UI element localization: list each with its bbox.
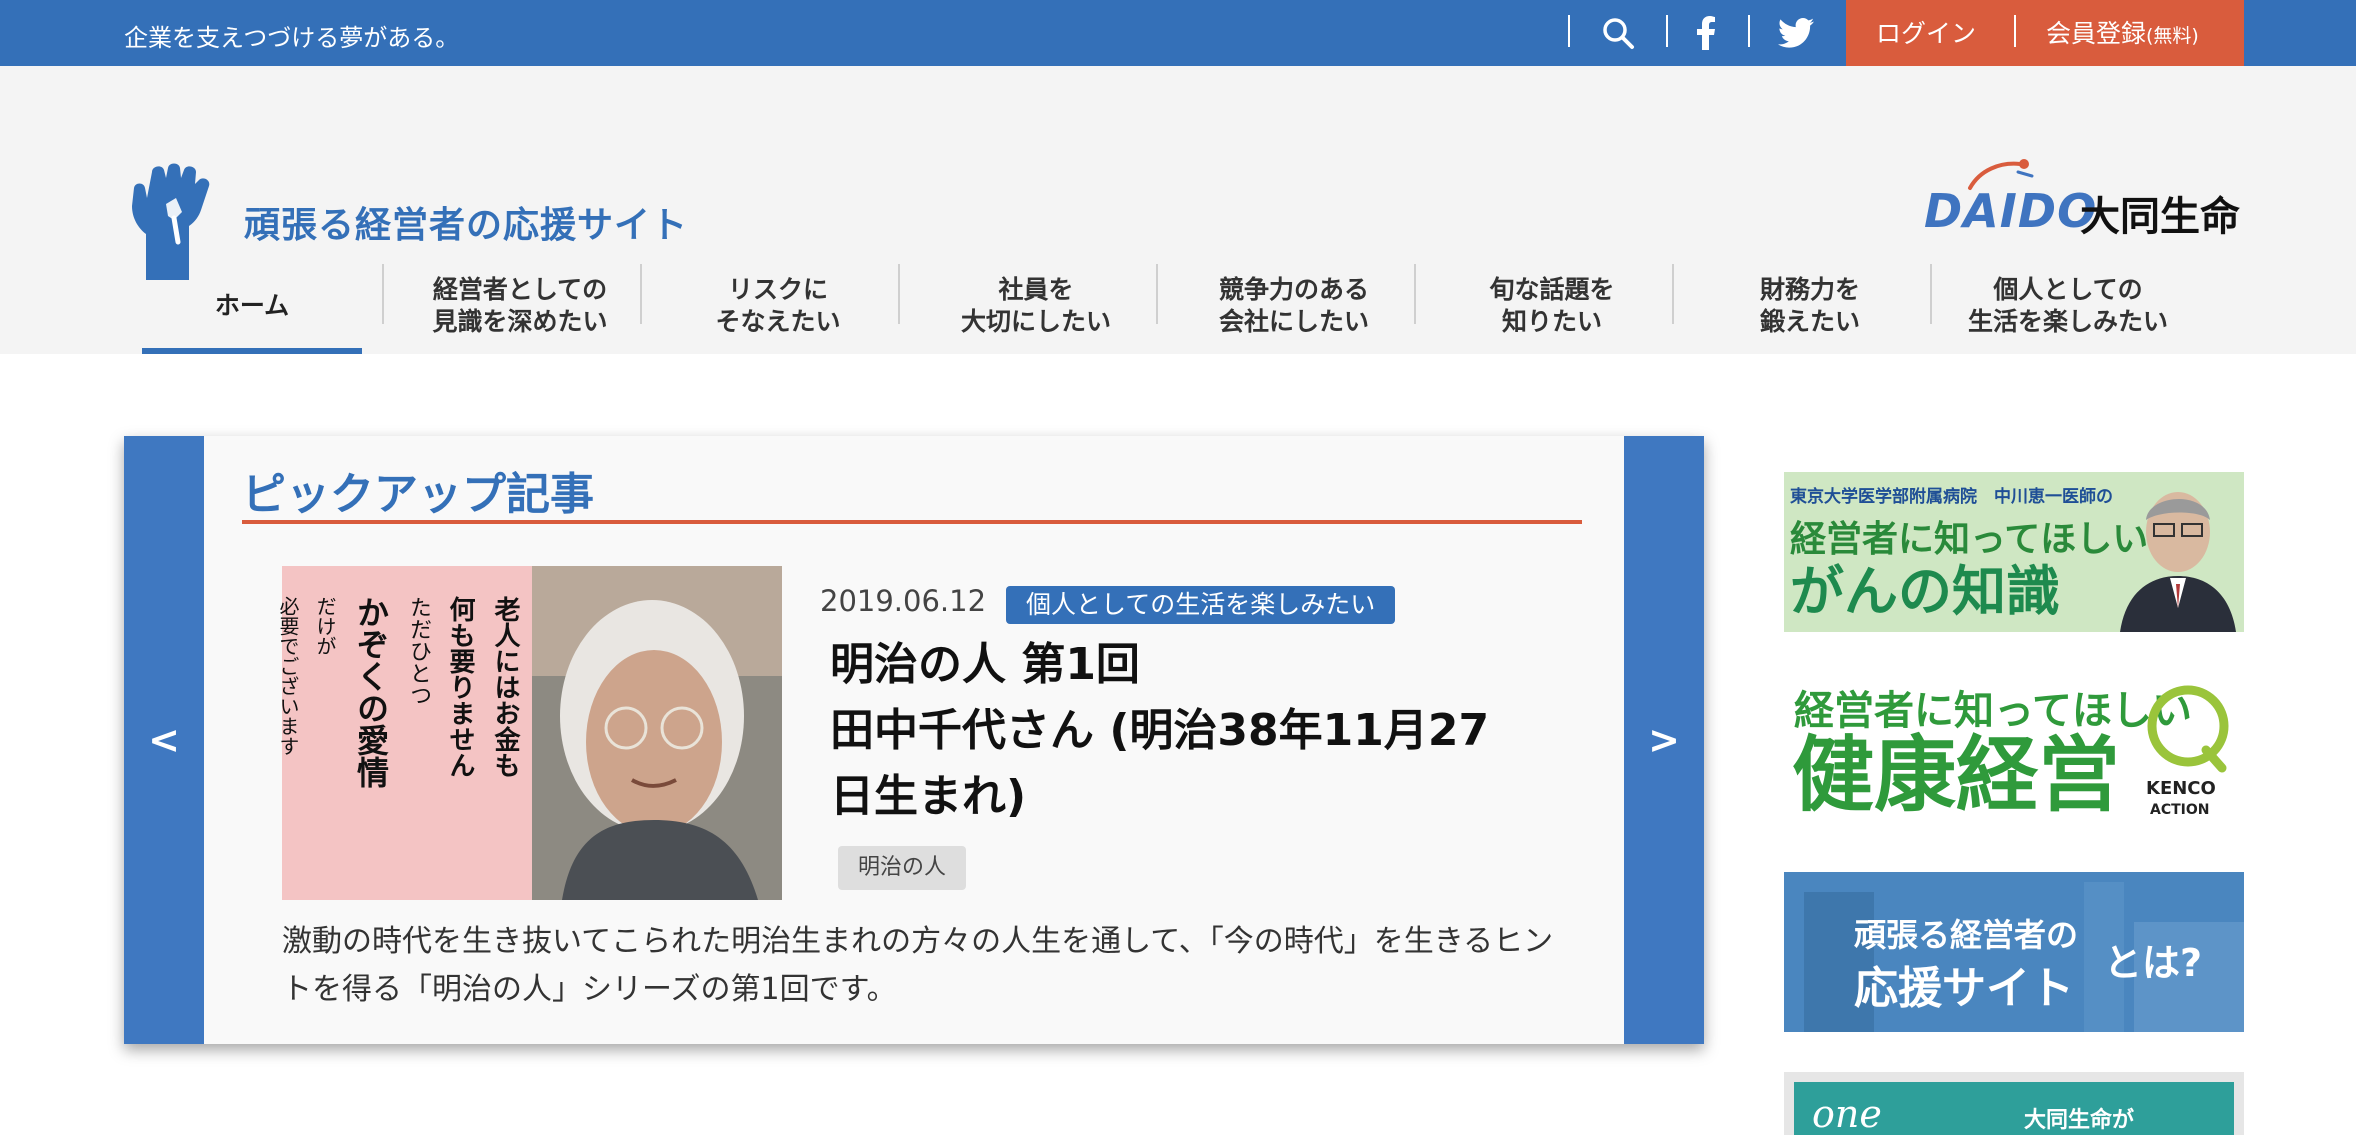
- login-link[interactable]: ログイン: [1876, 14, 1976, 50]
- banner-heading: 大同生命が: [2024, 1108, 2135, 1133]
- site-header: 頑張る経営者の応援サイト DAIDO 大同生命 ホーム 経営者としての 見識を深め…: [0, 66, 2356, 354]
- nav-item-employees[interactable]: 社員を 大切にしたい: [922, 258, 1150, 354]
- divider: [1930, 264, 1932, 324]
- register-link[interactable]: 会員登録(無料): [2046, 14, 2199, 50]
- banner-heading: 頑張る経営者の: [1854, 916, 2079, 954]
- nav-item-competitiveness[interactable]: 競争力のある 会社にしたい: [1180, 258, 1408, 354]
- daido-logo[interactable]: DAIDO 大同生命: [1920, 154, 2250, 250]
- banner-suffix: とは?: [2104, 941, 2203, 985]
- divider: [382, 264, 384, 324]
- brand-name: 大同生命: [2080, 194, 2240, 240]
- nav-label: 会社にしたい: [1218, 307, 1369, 336]
- kenco-sublabel: ACTION: [2150, 802, 2210, 818]
- article-thumbnail[interactable]: 老人にはお金も 何も要りません ただひとつ かぞくの愛情 だけが 必要でございま…: [276, 566, 782, 900]
- poem-line: 何も要りません: [445, 596, 475, 778]
- divider: [1748, 15, 1750, 47]
- article-title[interactable]: 明治の人 第1回 田中千代さん (明治38年11月27 日生まれ): [830, 632, 1530, 830]
- title-line: 田中千代さん (明治38年11月27: [830, 705, 1490, 756]
- nav-label: 競争力のある: [1218, 274, 1369, 304]
- nav-label: 旬な話題を: [1489, 274, 1615, 304]
- article-category-badge[interactable]: 個人としての生活を楽しみたい: [1006, 586, 1396, 624]
- poem-line: だけが: [313, 596, 337, 656]
- divider: [1156, 264, 1158, 324]
- kenco-label: KENCO: [2146, 778, 2216, 799]
- divider: [1414, 264, 1416, 324]
- nav-item-home[interactable]: ホーム: [142, 258, 362, 354]
- brand-roman: DAIDO: [1924, 184, 2098, 238]
- nav-label: リスクに: [727, 274, 828, 304]
- poem-line: 老人にはお金も: [490, 596, 520, 778]
- title-line: 日生まれ): [830, 771, 1027, 822]
- banner-subtitle: 東京大学医学部附属病院 中川恵一医師の: [1790, 487, 2113, 507]
- banner-title: がんの知識: [1790, 560, 2060, 623]
- tagline: 企業を支えつづける夢がある。: [124, 24, 460, 52]
- nav-item-lifestyle[interactable]: 個人としての 生活を楽しみたい: [1954, 258, 2182, 354]
- nav-item-insight[interactable]: 経営者としての 見識を深めたい: [406, 258, 634, 354]
- title-line: 明治の人 第1回: [830, 639, 1140, 690]
- nav-active-indicator: [142, 348, 362, 354]
- poem-line: ただひとつ: [406, 596, 431, 706]
- divider: [640, 264, 642, 324]
- banner-cancer-knowledge[interactable]: 東京大学医学部附属病院 中川恵一医師の 経営者に知ってほしい がんの知識: [1784, 472, 2244, 632]
- nav-label: 知りたい: [1501, 307, 1602, 336]
- banner-logo-text: one: [1812, 1092, 1882, 1135]
- banner-health-management[interactable]: 経営者に知ってほしい 健康経営 KENCO ACTION: [1784, 672, 2244, 832]
- register-label: 会員登録: [2046, 19, 2147, 48]
- calligraphy-poem: 老人にはお金も 何も要りません ただひとつ かぞくの愛情 だけが 必要でございま…: [276, 596, 524, 886]
- carousel-prev-button[interactable]: <: [124, 436, 204, 1044]
- poem-line: かぞくの愛情: [352, 596, 390, 788]
- banner-heading: 経営者に知ってほしい: [1790, 519, 2149, 560]
- pickup-carousel: < > ピックアップ記事 老人にはお金も 何も要りません ただひとつ かぞくの愛…: [124, 436, 1704, 1044]
- nav-label: そなえたい: [715, 307, 841, 336]
- divider: [2014, 15, 2016, 47]
- nav-label: ホーム: [214, 290, 290, 320]
- nav-label: 個人としての: [1993, 274, 2143, 304]
- twitter-icon[interactable]: [1776, 14, 1816, 52]
- banner-about-site[interactable]: 頑張る経営者の 応援サイト とは?: [1784, 872, 2244, 1032]
- kenco-mark-icon: [2147, 685, 2229, 773]
- banner-one[interactable]: one 大同生命が: [1784, 1072, 2244, 1135]
- banner-panel: one 大同生命が: [1794, 1082, 2234, 1135]
- divider: [1666, 15, 1668, 47]
- article-description: 激動の時代を生き抜いてこられた明治生まれの方々の人生を通して、「今の時代」を生き…: [282, 924, 1554, 1007]
- nav-label: 財務力を: [1759, 274, 1860, 304]
- nav-label: 経営者としての: [432, 274, 608, 304]
- top-bar: 企業を支えつづける夢がある。 ログイン 会員登録(無料): [0, 0, 2356, 66]
- poem-line: 必要でございます: [276, 596, 300, 756]
- banner-title: 応援サイト: [1854, 963, 2074, 1014]
- search-icon[interactable]: [1598, 14, 1638, 52]
- nav-label: 生活を楽しみたい: [1967, 307, 2168, 336]
- nav-label: 鍛えたい: [1759, 307, 1860, 336]
- article-tag[interactable]: 明治の人: [838, 846, 967, 890]
- register-note: (無料): [2146, 25, 2199, 47]
- divider: [1672, 264, 1674, 324]
- nav-label: 社員を: [998, 274, 1074, 304]
- title-underline: [242, 520, 1582, 524]
- section-title: ピックアップ記事: [242, 469, 594, 520]
- divider: [1568, 15, 1570, 47]
- facebook-icon[interactable]: [1686, 14, 1726, 52]
- nav-item-risk[interactable]: リスクに そなえたい: [664, 258, 892, 354]
- doctor-portrait: [2120, 492, 2236, 632]
- banner-title: 健康経営: [1792, 728, 2121, 823]
- nav-item-finance[interactable]: 財務力を 鍛えたい: [1696, 258, 1924, 354]
- nav-label: 見識を深めたい: [432, 307, 608, 336]
- carousel-next-button[interactable]: >: [1624, 436, 1704, 1044]
- main-nav: ホーム 経営者としての 見識を深めたい リスクにそなえたい 社員を大切にしたい 競…: [142, 258, 2182, 354]
- nav-label: 大切にしたい: [960, 307, 1111, 336]
- site-name: 頑張る経営者の応援サイト: [244, 205, 689, 246]
- article-date: 2019.06.12: [820, 584, 987, 618]
- nav-item-topics[interactable]: 旬な話題を 知りたい: [1438, 258, 1666, 354]
- divider: [898, 264, 900, 324]
